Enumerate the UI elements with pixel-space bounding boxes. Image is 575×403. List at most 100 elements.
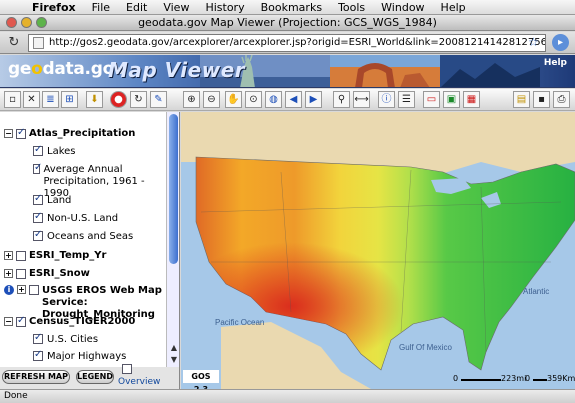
scale-segment-2 (533, 379, 547, 381)
menu-view[interactable]: View (163, 1, 189, 14)
zoom-full-icon[interactable]: ⊙ (245, 91, 262, 108)
logo-part-o: o (31, 59, 43, 79)
back-arrow-icon[interactable]: ◀ (285, 91, 302, 108)
download-icon[interactable]: ⬇ (86, 91, 103, 108)
layers-icon[interactable]: ≣ (42, 91, 59, 108)
bookmark-star-icon[interactable]: ☆ (528, 35, 539, 49)
sublayer-checkbox[interactable] (33, 144, 43, 156)
print-icon[interactable]: ⎙ (553, 91, 570, 108)
layer-name: Atlas_Precipitation (29, 128, 136, 139)
sublayer-checkbox[interactable] (33, 332, 43, 344)
layer-panel: − Atlas_Precipitation Lakes Average Annu… (0, 112, 180, 367)
info-icon[interactable]: ⓘ (378, 91, 395, 108)
scroll-up-icon[interactable]: ▲ (169, 343, 179, 353)
collapse-icon[interactable]: − (4, 317, 13, 326)
menu-app-name[interactable]: Firefox (32, 1, 76, 14)
pan-icon[interactable]: ✋ (225, 91, 242, 108)
menu-edit[interactable]: Edit (126, 1, 147, 14)
refresh-map-button[interactable]: REFRESH MAP (2, 370, 70, 384)
help-link[interactable]: Help (544, 58, 567, 68)
sublayer-major-highways[interactable]: Major Highways (33, 349, 126, 363)
page-icon (33, 37, 44, 49)
zoom-extent-icon[interactable]: ⊞ (61, 91, 78, 108)
panel-buttons: REFRESH MAP LEGEND Overview (0, 364, 180, 389)
edit-icon[interactable]: ✎ (150, 91, 167, 108)
zoom-window-button[interactable] (36, 17, 47, 28)
minimize-window-button[interactable] (21, 17, 32, 28)
sublayer-label: Lakes (47, 146, 76, 157)
precipitation-map[interactable]: Pacific Ocean Gulf Of Mexico Atlantic (181, 112, 575, 389)
new-map-icon[interactable]: ▫ (4, 91, 21, 108)
overview-label: Overview (118, 377, 161, 387)
globe-icon[interactable]: ◍ (265, 91, 282, 108)
sublayer-non-us-land[interactable]: Non-U.S. Land (33, 211, 118, 225)
layer-checkbox[interactable] (16, 268, 26, 279)
layer-esri-snow[interactable]: + ESRI_Snow (4, 268, 90, 279)
clear-icon[interactable]: ✕ (23, 91, 40, 108)
layer-scrollbar[interactable]: ▲ ▼ (166, 112, 179, 367)
expand-icon[interactable]: + (4, 251, 13, 260)
select-icon[interactable]: ▣ (443, 91, 460, 108)
navigation-bar: ↻ http://gos2.geodata.gov/arcexplorer/ar… (0, 32, 575, 54)
layer-checkbox[interactable] (16, 127, 26, 139)
menu-window[interactable]: Window (381, 1, 424, 14)
sublayer-checkbox[interactable] (33, 162, 42, 174)
sublayer-checkbox[interactable] (33, 193, 43, 205)
sublayer-oceans[interactable]: Oceans and Seas (33, 229, 133, 243)
select-rect-icon[interactable]: ▭ (423, 91, 440, 108)
open-folder-icon[interactable]: ▤ (513, 91, 530, 108)
forward-arrow-icon[interactable]: ▶ (305, 91, 322, 108)
logo-part-ge: ge (8, 59, 32, 79)
layer-checkbox[interactable] (16, 315, 26, 327)
scroll-down-icon[interactable]: ▼ (169, 355, 179, 365)
scale-zero-2: 0 (525, 374, 531, 383)
layer-atlas-precipitation[interactable]: − Atlas_Precipitation (4, 127, 136, 139)
close-window-button[interactable] (6, 17, 17, 28)
address-bar[interactable]: http://gos2.geodata.gov/arcexplorer/arce… (28, 34, 546, 52)
refresh-icon[interactable]: ↻ (130, 91, 147, 108)
sublayer-land[interactable]: Land (33, 193, 71, 207)
collapse-icon[interactable]: − (4, 129, 13, 138)
legend-button[interactable]: LEGEND (76, 370, 114, 384)
menu-history[interactable]: History (205, 1, 244, 14)
go-button[interactable]: ▸ (552, 34, 569, 51)
window-titlebar: geodata.gov Map Viewer (Projection: GCS_… (0, 15, 575, 31)
layer-checkbox[interactable] (16, 250, 26, 261)
menu-help[interactable]: Help (441, 1, 466, 14)
reload-icon[interactable]: ↻ (6, 35, 22, 51)
sublayer-lakes[interactable]: Lakes (33, 144, 76, 158)
map-canvas[interactable]: Pacific Ocean Gulf Of Mexico Atlantic GO… (181, 112, 575, 389)
stop-icon[interactable]: ● (110, 91, 127, 108)
menu-tools[interactable]: Tools (338, 1, 365, 14)
info-icon[interactable]: i (4, 285, 14, 295)
refresh-map-label: REFRESH MAP (4, 372, 68, 381)
url-text: http://gos2.geodata.gov/arcexplorer/arce… (49, 37, 545, 48)
expand-icon[interactable]: + (4, 269, 13, 278)
sublayer-checkbox[interactable] (33, 211, 43, 223)
menu-file[interactable]: File (92, 1, 110, 14)
clear-selection-icon[interactable]: ▦ (463, 91, 480, 108)
sublayer-checkbox[interactable] (33, 229, 43, 241)
save-icon[interactable]: ▪ (533, 91, 550, 108)
layer-name: ESRI_Snow (29, 268, 90, 279)
measure-icon[interactable]: ⟷ (353, 91, 370, 108)
overview-checkbox[interactable] (122, 364, 132, 374)
window-title: geodata.gov Map Viewer (Projection: GCS_… (138, 16, 437, 29)
layer-census-tiger[interactable]: − Census_TIGER2000 (4, 315, 135, 327)
sublayer-us-cities[interactable]: U.S. Cities (33, 332, 98, 346)
find-icon[interactable]: ⚲ (333, 91, 350, 108)
layer-esri-temp[interactable]: + ESRI_Temp_Yr (4, 250, 106, 261)
legend-list-icon[interactable]: ☰ (398, 91, 415, 108)
zoom-out-icon[interactable]: ⊖ (203, 91, 220, 108)
sublayer-checkbox[interactable] (33, 349, 43, 361)
gos-badge: GOS 2.3 (183, 370, 219, 389)
menu-bookmarks[interactable]: Bookmarks (261, 1, 322, 14)
zoom-in-icon[interactable]: ⊕ (183, 91, 200, 108)
scale-bar: 0 223mi 0 359Km (453, 372, 575, 385)
gulf-of-mexico-label: Gulf Of Mexico (399, 343, 452, 352)
scale-label-km: 359Km (547, 374, 575, 383)
layer-checkbox[interactable] (29, 285, 39, 295)
expand-icon[interactable]: + (17, 285, 26, 294)
apple-icon[interactable] (10, 0, 24, 14)
scroll-thumb[interactable] (169, 114, 178, 264)
